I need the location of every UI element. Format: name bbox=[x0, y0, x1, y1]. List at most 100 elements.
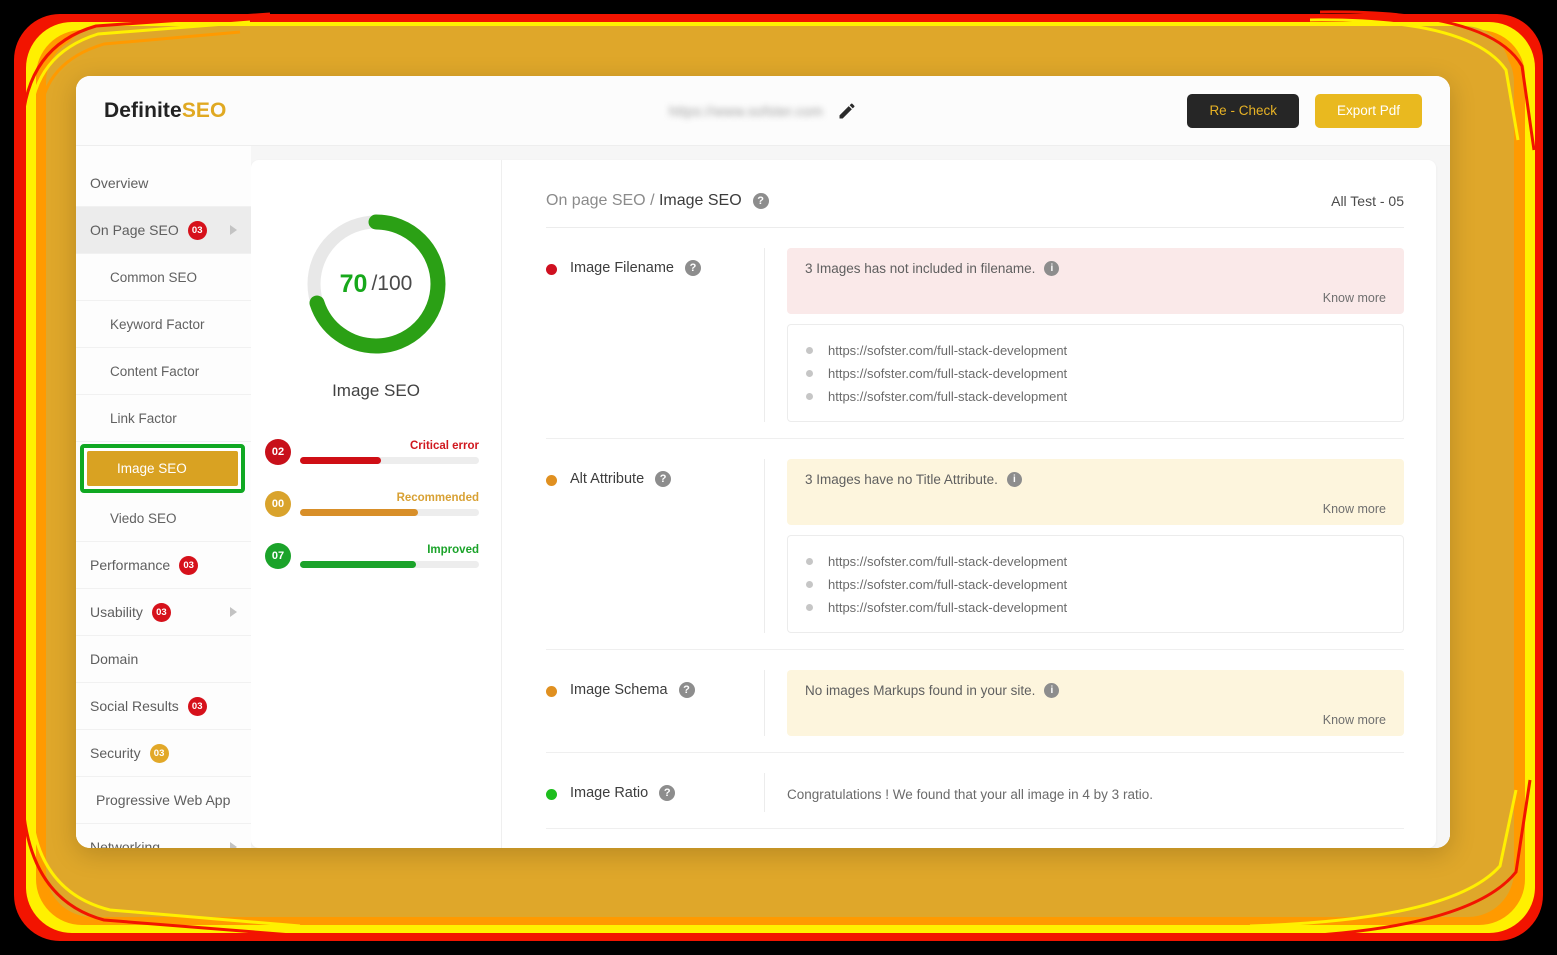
all-test-count: All Test - 05 bbox=[1331, 193, 1404, 209]
url-display[interactable]: https://www.sofster.com bbox=[669, 101, 857, 121]
list-item[interactable]: https://sofster.com/full-stack-developme… bbox=[806, 573, 1385, 596]
sidebar-item-label: Progressive Web App bbox=[96, 792, 231, 808]
sidebar-item-label: Usability bbox=[90, 604, 143, 620]
help-icon[interactable]: ? bbox=[752, 193, 769, 209]
sidebar-item-label: Viedo SEO bbox=[110, 510, 177, 526]
test-alert: 3 Images has not included in filename. i K… bbox=[787, 248, 1404, 314]
bullet-icon bbox=[806, 370, 813, 377]
status-dot-icon bbox=[546, 789, 557, 800]
site-url-text: https://www.sofster.com bbox=[669, 102, 823, 119]
sidebar-item-link-factor[interactable]: Link Factor bbox=[76, 395, 251, 442]
sidebar-item-badge: 03 bbox=[187, 220, 207, 240]
sidebar-item-label: Keyword Factor bbox=[110, 316, 205, 332]
know-more-link[interactable]: Know more bbox=[1323, 713, 1386, 727]
sidebar-item-common-seo[interactable]: Common SEO bbox=[76, 254, 251, 301]
test-alert-text: No images Markups found in your site. bbox=[805, 683, 1036, 698]
help-icon[interactable]: ? bbox=[684, 260, 701, 276]
chevron-right-icon[interactable] bbox=[230, 842, 237, 848]
re-check-button[interactable]: Re - Check bbox=[1187, 93, 1299, 128]
chevron-right-icon[interactable] bbox=[230, 607, 237, 617]
stat-count-badge: 07 bbox=[265, 543, 291, 569]
sidebar-item-label: Link Factor bbox=[110, 410, 177, 426]
test-body: 3 Images have no Title Attribute. i Know m… bbox=[764, 459, 1404, 633]
info-icon[interactable]: i bbox=[1044, 683, 1060, 698]
score-value: 70 bbox=[339, 269, 368, 298]
breadcrumb-separator: / bbox=[645, 192, 659, 209]
stat-row: 00 Recommended bbox=[265, 491, 479, 517]
sidebar-item-label: Common SEO bbox=[110, 269, 198, 285]
stat-count-badge: 00 bbox=[265, 491, 291, 517]
sidebar-item-domain[interactable]: Domain bbox=[76, 636, 251, 683]
help-icon[interactable]: ? bbox=[655, 471, 672, 487]
test-label: Alt Attribute bbox=[570, 471, 645, 487]
breadcrumb-parent[interactable]: On page SEO bbox=[546, 192, 646, 209]
sidebar-item-badge: 03 bbox=[179, 555, 199, 575]
sidebar-item-security[interactable]: Security 03 bbox=[76, 730, 251, 777]
sidebar-item-usability[interactable]: Usability 03 bbox=[76, 589, 251, 636]
sidebar-item-performance[interactable]: Performance 03 bbox=[76, 542, 251, 589]
help-icon[interactable]: ? bbox=[659, 785, 676, 801]
info-icon[interactable]: i bbox=[1044, 261, 1060, 276]
list-item[interactable]: https://sofster.com/full-stack-developme… bbox=[806, 550, 1385, 573]
sidebar-item-progressive-web-app[interactable]: Progressive Web App bbox=[76, 777, 251, 824]
sidebar-item-label: Performance bbox=[90, 557, 171, 573]
test-alert-text-row: No images Markups found in your site. i bbox=[805, 683, 1386, 698]
sidebar-item-badge: 03 bbox=[187, 696, 207, 716]
sidebar-item-social-results[interactable]: Social Results 03 bbox=[76, 683, 251, 730]
bullet-icon bbox=[806, 581, 813, 588]
sidebar-item-image-seo[interactable]: Image SEO bbox=[87, 451, 238, 486]
export-pdf-button[interactable]: Export Pdf bbox=[1314, 93, 1422, 128]
test-row: Alt Attribute? 3 Images have no Title Att… bbox=[546, 439, 1404, 650]
test-name-col: Alt Attribute? bbox=[546, 459, 764, 633]
stat-fill bbox=[300, 561, 417, 568]
pencil-icon[interactable] bbox=[837, 101, 857, 121]
test-row: Image Ratio? Congratulations ! We found t… bbox=[546, 753, 1404, 829]
help-icon[interactable]: ? bbox=[678, 682, 695, 698]
stat-track bbox=[300, 509, 479, 516]
url-text: https://sofster.com/full-stack-developme… bbox=[828, 600, 1068, 615]
test-label: Image Filename bbox=[570, 260, 674, 276]
stat-row: 07 Improved bbox=[265, 543, 479, 569]
info-icon[interactable]: i bbox=[1006, 472, 1022, 487]
test-alert-text: 3 Images have no Title Attribute. bbox=[805, 472, 998, 487]
score-total: /100 bbox=[371, 272, 413, 295]
test-alert: 3 Images have no Title Attribute. i Know m… bbox=[787, 459, 1404, 525]
sidebar-item-networking[interactable]: Networking bbox=[76, 824, 251, 848]
bullet-icon bbox=[806, 393, 813, 400]
stat-count-badge: 02 bbox=[265, 439, 291, 465]
sidebar-item-content-factor[interactable]: Content Factor bbox=[76, 348, 251, 395]
score-gauge: 70 /100 bbox=[298, 206, 454, 362]
breadcrumb: On page SEO / Image SEO bbox=[546, 192, 742, 210]
test-body: 3 Images has not included in filename. i K… bbox=[764, 248, 1404, 422]
test-row: Image Schema? No images Markups found in … bbox=[546, 650, 1404, 753]
list-item[interactable]: https://sofster.com/full-stack-developme… bbox=[806, 362, 1385, 385]
sidebar-item-on-page-seo[interactable]: On Page SEO 03 bbox=[76, 207, 251, 254]
know-more-link[interactable]: Know more bbox=[1323, 502, 1386, 516]
sidebar-item-label: On Page SEO bbox=[90, 222, 179, 238]
topbar-actions: Re - Check Export Pdf bbox=[1187, 93, 1422, 128]
app-logo[interactable]: DefiniteSEO bbox=[104, 99, 226, 123]
list-item[interactable]: https://sofster.com/full-stack-developme… bbox=[806, 385, 1385, 408]
know-more-link[interactable]: Know more bbox=[1323, 291, 1386, 305]
url-text: https://sofster.com/full-stack-developme… bbox=[828, 554, 1068, 569]
test-result-text: Congratulations ! We found that your all… bbox=[787, 787, 1153, 802]
url-list: https://sofster.com/full-stack-developme… bbox=[787, 535, 1404, 633]
test-name-col: Image Schema? bbox=[546, 670, 764, 736]
sidebar: Overview On Page SEO 03 Common SEO Keyword F… bbox=[76, 146, 251, 848]
bullet-icon bbox=[806, 558, 813, 565]
sidebar-item-label: Domain bbox=[90, 651, 139, 667]
test-body: No images Markups found in your site. i Kn… bbox=[764, 670, 1404, 736]
test-alert: No images Markups found in your site. i Kn… bbox=[787, 670, 1404, 736]
logo-main-text: Definite bbox=[104, 98, 182, 122]
sidebar-item-viedo-seo[interactable]: Viedo SEO bbox=[76, 495, 251, 542]
sidebar-item-keyword-factor[interactable]: Keyword Factor bbox=[76, 301, 251, 348]
sidebar-item-overview[interactable]: Overview bbox=[76, 160, 251, 207]
breadcrumb-row: On page SEO / Image SEO ? All Test - 05 bbox=[546, 192, 1404, 228]
app-window: DefiniteSEO https://www.sofster.com Re -… bbox=[76, 76, 1450, 848]
list-item[interactable]: https://sofster.com/full-stack-developme… bbox=[806, 339, 1385, 362]
gauge-label: Image SEO bbox=[332, 381, 420, 400]
chevron-right-icon[interactable] bbox=[230, 225, 237, 235]
url-list: https://sofster.com/full-stack-developme… bbox=[787, 324, 1404, 422]
list-item[interactable]: https://sofster.com/full-stack-developme… bbox=[806, 596, 1385, 619]
sidebar-item-label: Overview bbox=[90, 175, 149, 191]
